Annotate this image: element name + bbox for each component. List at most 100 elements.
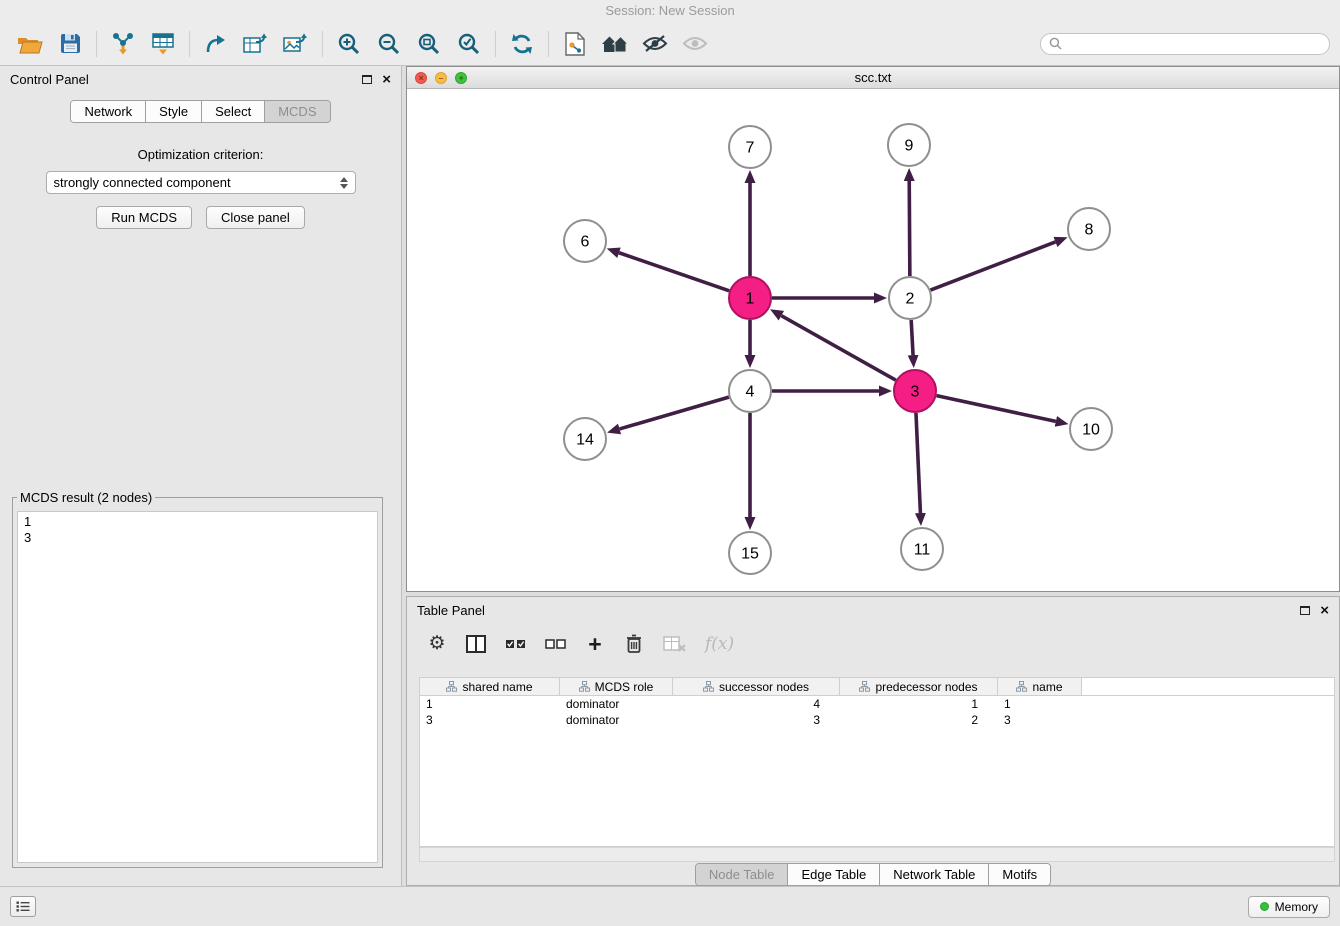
mcds-result-box: MCDS result (2 nodes) 13 — [12, 490, 383, 868]
node-15[interactable]: 15 — [729, 532, 771, 574]
float-panel-icon[interactable] — [362, 75, 372, 84]
function-builder-button[interactable]: f(x) — [705, 634, 734, 654]
zoom-fit-button[interactable] — [409, 27, 449, 61]
svg-text:3: 3 — [911, 384, 920, 401]
criterion-select[interactable]: strongly connected component — [46, 171, 356, 194]
column-header-predecessor-nodes[interactable]: predecessor nodes — [840, 678, 998, 695]
svg-text:7: 7 — [746, 140, 755, 157]
search-box[interactable] — [1040, 33, 1330, 55]
tab-motifs[interactable]: Motifs — [989, 864, 1050, 885]
column-header-name[interactable]: name — [998, 678, 1082, 695]
network-window-titlebar[interactable]: × – + scc.txt — [407, 67, 1339, 89]
toolbar-separator — [96, 31, 97, 57]
tab-edge-table[interactable]: Edge Table — [788, 864, 880, 885]
svg-text:1: 1 — [746, 291, 755, 308]
svg-text:11: 11 — [914, 542, 931, 559]
memory-button[interactable]: Memory — [1248, 896, 1330, 918]
zoom-out-button[interactable] — [369, 27, 409, 61]
import-network-icon — [111, 32, 135, 55]
node-11[interactable]: 11 — [901, 528, 943, 570]
edge-2-8[interactable] — [931, 242, 1056, 290]
run-mcds-button[interactable]: Run MCDS — [96, 206, 192, 229]
network-document-button[interactable] — [555, 27, 595, 61]
double-home-icon — [601, 34, 629, 54]
zoom-fit-icon — [417, 32, 441, 56]
export-image-button[interactable] — [276, 27, 316, 61]
network-graph[interactable]: 7 9 6 8 1 2 4 3 14 10 15 11 — [407, 89, 1339, 591]
node-7[interactable]: 7 — [729, 126, 771, 168]
node-2[interactable]: 2 — [889, 277, 931, 319]
zoom-in-button[interactable] — [329, 27, 369, 61]
export-table-button[interactable] — [236, 27, 276, 61]
save-session-button[interactable] — [50, 27, 90, 61]
window-titlebar[interactable]: Session: New Session — [0, 0, 1340, 22]
node-8[interactable]: 8 — [1068, 208, 1110, 250]
table-row[interactable]: 1dominator411 — [420, 696, 1334, 712]
table-row[interactable]: 3dominator323 — [420, 712, 1334, 728]
table-panel-header: Table Panel × — [407, 597, 1339, 623]
table-cell: 3 — [673, 712, 840, 728]
delete-columns-button[interactable] — [624, 634, 644, 654]
node-10[interactable]: 10 — [1070, 408, 1112, 450]
import-table-button[interactable] — [143, 27, 183, 61]
window-close-button[interactable]: × — [415, 72, 427, 84]
zoom-selected-button[interactable] — [449, 27, 489, 61]
task-history-button[interactable] — [10, 896, 36, 917]
memory-button-label: Memory — [1275, 900, 1318, 914]
node-3[interactable]: 3 — [894, 370, 936, 412]
tab-style[interactable]: Style — [146, 101, 202, 122]
import-network-button[interactable] — [103, 27, 143, 61]
edge-1-6[interactable] — [619, 253, 729, 291]
create-column-button[interactable]: + — [585, 634, 605, 654]
zoom-in-icon — [337, 32, 361, 56]
table-horizontal-scrollbar[interactable] — [419, 847, 1335, 862]
delete-table-icon — [663, 636, 686, 652]
tab-network[interactable]: Network — [71, 101, 146, 122]
network-home-button[interactable] — [595, 27, 635, 61]
column-header-successor-nodes[interactable]: successor nodes — [673, 678, 840, 695]
table-panel: Table Panel × ⚙ + — [406, 596, 1340, 886]
node-4[interactable]: 4 — [729, 370, 771, 412]
node-6[interactable]: 6 — [564, 220, 606, 262]
show-graphics-details-button[interactable] — [675, 27, 715, 61]
column-header-shared-name[interactable]: shared name — [420, 678, 560, 695]
close-panel-button[interactable]: Close panel — [206, 206, 305, 229]
mcds-result-list[interactable]: 13 — [17, 511, 378, 863]
edge-3-1[interactable] — [781, 316, 895, 381]
deselect-all-button[interactable] — [545, 637, 566, 651]
close-panel-icon[interactable]: × — [382, 72, 391, 87]
edge-2-9[interactable] — [909, 181, 910, 276]
node-14[interactable]: 14 — [564, 418, 606, 460]
node-9[interactable]: 9 — [888, 124, 930, 166]
result-line: 1 — [24, 514, 371, 530]
apply-layout-button[interactable] — [502, 27, 542, 61]
window-minimize-button[interactable]: – — [435, 72, 447, 84]
select-all-button[interactable] — [505, 637, 526, 651]
show-columns-button[interactable] — [466, 635, 486, 653]
window-zoom-button[interactable]: + — [455, 72, 467, 84]
network-canvas[interactable]: 7 9 6 8 1 2 4 3 14 10 15 11 — [407, 89, 1339, 591]
svg-text:4: 4 — [746, 384, 755, 401]
delete-table-button[interactable] — [663, 636, 686, 652]
sort-icon — [579, 681, 590, 692]
edge-3-11[interactable] — [916, 413, 920, 513]
zoom-out-icon — [377, 32, 401, 56]
tab-network-table[interactable]: Network Table — [880, 864, 989, 885]
search-input[interactable] — [1067, 37, 1321, 51]
open-folder-icon — [17, 34, 43, 54]
float-table-panel-icon[interactable] — [1300, 606, 1310, 615]
hide-graphics-details-button[interactable] — [635, 27, 675, 61]
new-network-button[interactable] — [196, 27, 236, 61]
tab-select[interactable]: Select — [202, 101, 265, 122]
edge-2-3[interactable] — [911, 320, 913, 355]
node-1[interactable]: 1 — [729, 277, 771, 319]
close-table-panel-icon[interactable]: × — [1320, 603, 1329, 618]
open-session-button[interactable] — [10, 27, 50, 61]
table-settings-button[interactable]: ⚙ — [427, 634, 447, 654]
node-table: shared nameMCDS rolesuccessor nodesprede… — [419, 677, 1335, 847]
edge-4-14[interactable] — [620, 397, 729, 429]
column-header-MCDS-role[interactable]: MCDS role — [560, 678, 673, 695]
edge-3-10[interactable] — [937, 396, 1056, 422]
tab-mcds[interactable]: MCDS — [265, 101, 329, 122]
tab-node-table[interactable]: Node Table — [696, 864, 789, 885]
